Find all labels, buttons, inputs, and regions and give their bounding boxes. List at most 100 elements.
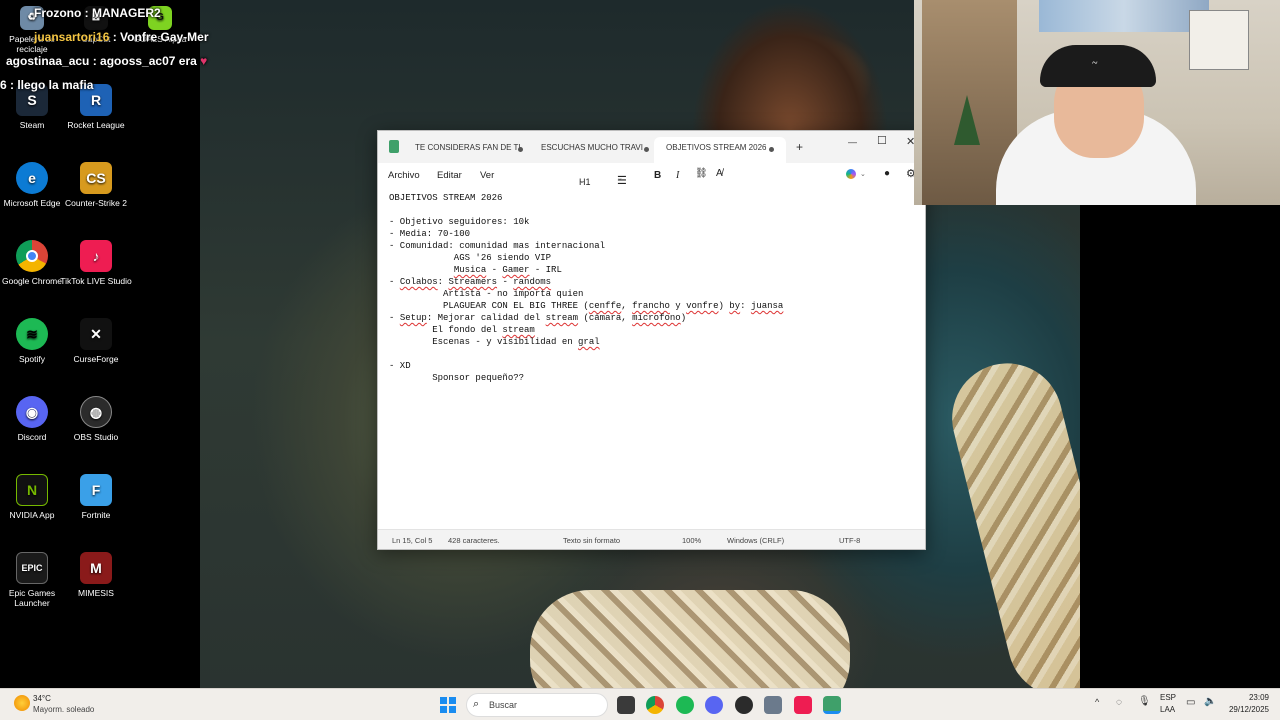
microphone-icon[interactable]: 🎙: [1138, 696, 1151, 707]
weather-sun-icon[interactable]: [14, 695, 30, 711]
notepad-menu-bar: Archivo Editar Ver H1 ⌄ ☰ ⌄ B I ⛓ A̸ ⌄ ●…: [378, 163, 925, 190]
desktop-icon-label: CurseForge: [73, 354, 119, 364]
char-count: 428 caracteres.: [448, 536, 500, 545]
weather-desc[interactable]: Mayorm. soleado: [33, 705, 94, 714]
text-line: - Setup: Mejorar calidad del stream (cám…: [389, 313, 687, 323]
taskbar-app-icon[interactable]: [764, 696, 782, 714]
cap-logo-image: ~: [1092, 58, 1098, 69]
tray-app-icon[interactable]: ◌: [1116, 697, 1122, 708]
minimize-button[interactable]: —: [848, 137, 857, 147]
cursor-position: Ln 15, Col 5: [392, 536, 433, 545]
tiktok-icon: ♪: [80, 240, 112, 272]
discord-icon: ◉: [16, 396, 48, 428]
notepad-window[interactable]: TE CONSIDERAS FAN DE TI ESCUCHAS MUCHO T…: [377, 130, 926, 550]
desktop-icon-tiktok-live[interactable]: ♪ TikTok LIVE Studio: [56, 240, 136, 286]
menu-ver[interactable]: Ver: [480, 170, 494, 181]
task-view-icon[interactable]: [617, 696, 635, 714]
desktop-icon-label: Counter-Strike 2: [65, 198, 127, 208]
taskbar-tiktok-icon[interactable]: [794, 696, 812, 714]
link-icon[interactable]: ⛓: [695, 168, 708, 179]
chevron-down-icon: ⌄: [617, 175, 623, 182]
text-line: Musica - Gamer - IRL: [453, 265, 562, 275]
italic-button[interactable]: I: [676, 170, 679, 181]
bold-button[interactable]: B: [654, 170, 661, 181]
drawing-image: [1189, 10, 1249, 70]
chat-message-3: agostinaa_acu : agooss_ac07 era ♥: [6, 54, 207, 68]
chevron-down-icon[interactable]: ⌄: [860, 170, 866, 178]
text-line: Sponsor pequeño??: [389, 373, 525, 383]
obs-icon: ◍: [80, 396, 112, 428]
chat-message-1: Frozono : MANAGER2: [34, 6, 161, 20]
keyboard-layout[interactable]: LAA: [1160, 705, 1175, 714]
taskbar-spotify-icon[interactable]: [676, 696, 694, 714]
line-ending[interactable]: Windows (CRLF): [727, 536, 784, 545]
webcam-feed-image: ~: [914, 0, 1280, 205]
chat-text: : Vonfre Gay-Mer: [112, 30, 209, 44]
desktop-icon-curseforge[interactable]: ✕ CurseForge: [56, 318, 136, 364]
tab-objetivos[interactable]: OBJETIVOS STREAM 2026: [654, 137, 786, 163]
edge-icon: e: [16, 162, 48, 194]
desktop-icon-label: Rocket League: [67, 120, 125, 130]
language-code[interactable]: ESP: [1160, 693, 1176, 702]
desktop-icon-label: Fortnite: [81, 510, 111, 520]
menu-editar[interactable]: Editar: [437, 170, 462, 181]
clock-date[interactable]: 29/12/2025: [1222, 705, 1269, 714]
text-line: - Objetivo seguidores: 10k: [389, 217, 530, 227]
text-line: ​: [389, 348, 919, 360]
tray-chevron-up-icon[interactable]: ^: [1095, 697, 1099, 707]
heart-icon: ♥: [200, 54, 208, 68]
stream-chat-overlay: Frozono : MANAGER2 juansartori16 : Vonfr…: [0, 0, 240, 100]
desktop-icon-label: TikTok LIVE Studio: [60, 276, 132, 286]
desktop-icon-mimesis[interactable]: M MIMESIS: [56, 552, 136, 598]
copilot-icon[interactable]: [846, 169, 856, 179]
clock-time[interactable]: 23:09: [1225, 693, 1269, 702]
weather-temp[interactable]: 34°C: [33, 694, 51, 703]
start-windows-icon[interactable]: [440, 697, 456, 713]
zoom-level[interactable]: 100%: [682, 536, 701, 545]
account-icon[interactable]: ●: [884, 168, 890, 179]
notepad-text-area[interactable]: OBJETIVOS STREAM 2026 ​ - Objetivo seguido…: [389, 192, 919, 384]
desktop-icon-label: MIMESIS: [78, 588, 114, 598]
nvidia-icon: N: [16, 474, 48, 506]
desktop-icon-cs2[interactable]: CS Counter-Strike 2: [56, 162, 136, 208]
tab-te-consideras[interactable]: TE CONSIDERAS FAN DE TI: [378, 137, 526, 163]
chat-text: : agooss_ac07 era: [92, 54, 197, 68]
taskbar-chrome-icon[interactable]: [646, 696, 664, 714]
text-line: - Media: 70-100: [389, 229, 471, 239]
clear-format-icon[interactable]: A̸: [716, 168, 723, 179]
encoding[interactable]: UTF-8: [839, 536, 860, 545]
cap-image: [1040, 45, 1156, 87]
taskbar-search-box[interactable]: ⌕ Buscar: [466, 693, 608, 717]
chrome-icon: [16, 240, 48, 272]
text-line: OBJETIVOS STREAM 2026: [389, 193, 503, 203]
text-line: AGS '26 siendo VIP: [389, 253, 552, 263]
chat-message-4: 6 : llego la mafia: [0, 78, 94, 92]
notepad-tab-bar: TE CONSIDERAS FAN DE TI ESCUCHAS MUCHO T…: [378, 131, 925, 163]
fortnite-icon: F: [80, 474, 112, 506]
text-line: Escenas - y visibilidad en gral: [389, 337, 600, 347]
desktop-icon-obs[interactable]: ◍ OBS Studio: [56, 396, 136, 442]
search-placeholder: Buscar: [489, 700, 518, 710]
desktop-icon-label: OBS Studio: [73, 432, 119, 442]
maximize-button[interactable]: ☐: [877, 134, 887, 147]
taskbar-notepad-icon[interactable]: [823, 696, 841, 714]
chat-message-2: juansartori16 : Vonfre Gay-Mer: [34, 30, 209, 44]
network-icon[interactable]: ▭: [1186, 697, 1195, 708]
notepad-status-bar: Ln 15, Col 5 428 caracteres. Texto sin f…: [378, 529, 925, 549]
format-status: Texto sin formato: [563, 536, 621, 545]
unsaved-dot-icon: [518, 147, 523, 152]
taskbar-discord-icon[interactable]: [705, 696, 723, 714]
tab-escuchas[interactable]: ESCUCHAS MUCHO TRAVI: [528, 137, 654, 163]
unsaved-dot-icon: [769, 147, 774, 152]
desktop-icon-fortnite[interactable]: F Fortnite: [56, 474, 136, 520]
gold-chain-image-bottom: [530, 590, 850, 688]
volume-icon[interactable]: 🔈: [1204, 696, 1216, 707]
menu-archivo[interactable]: Archivo: [388, 170, 420, 181]
chat-username: agostinaa_acu: [6, 54, 90, 68]
new-tab-button[interactable]: +: [796, 140, 803, 154]
taskbar-obs-icon[interactable]: [735, 696, 753, 714]
tab-label: OBJETIVOS STREAM 2026: [666, 143, 767, 152]
chevron-down-icon: ⌄: [579, 178, 585, 185]
text-line: El fondo del stream: [389, 325, 535, 335]
text-line: - Colabos: Streamers - randoms: [389, 277, 552, 287]
